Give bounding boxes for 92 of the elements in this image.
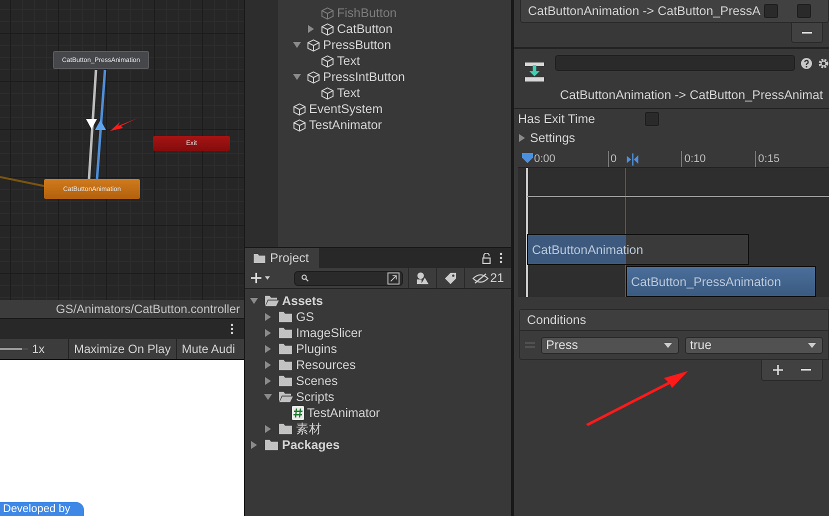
name-field[interactable] [555,55,795,71]
tag-icon [444,272,458,284]
transition-line [0,176,44,187]
playhead-marker-icon[interactable] [522,153,533,164]
more-options-icon[interactable] [499,252,503,264]
collapsed-arrow-icon[interactable] [250,441,258,449]
time-tick: 0:10 [681,151,756,167]
project-item[interactable]: Plugins [296,342,337,356]
lock-icon[interactable] [482,252,491,264]
expanded-arrow-icon[interactable] [293,41,301,49]
collapsed-arrow-icon[interactable] [307,25,315,33]
controller-path: GS/Animators/CatButton.controller [56,302,240,316]
cube-icon [321,6,334,20]
collapsed-arrow-icon[interactable] [518,134,526,142]
caret-icon [664,342,672,348]
scale-value: 1x [32,342,45,356]
search-icon [300,274,309,282]
hierarchy-item[interactable]: PressIntButton [323,70,405,84]
open-folder-icon [264,295,279,307]
open-folder-icon [278,391,293,403]
collapsed-arrow-icon[interactable] [264,361,272,369]
collapsed-arrow-icon[interactable] [264,329,272,337]
solo-checkbox[interactable] [764,4,778,18]
folder-icon [253,252,266,264]
project-item[interactable]: ImageSlicer [296,326,362,340]
folder-icon [278,311,293,323]
hierarchy-item[interactable]: Text [337,54,360,68]
eye-slash-icon [472,272,490,284]
project-tab[interactable]: Project [245,248,319,268]
destination-clip-bar[interactable]: CatButton_PressAnimation [626,266,816,297]
project-item[interactable]: Packages [282,438,340,452]
minus-icon [801,369,811,371]
collapsed-arrow-icon[interactable] [264,377,272,385]
selected-transition-arrow[interactable] [95,70,106,180]
collapsed-arrow-icon[interactable] [264,345,272,353]
help-icon[interactable] [801,58,812,68]
expanded-arrow-icon[interactable] [264,393,272,401]
remove-button[interactable] [791,23,823,43]
folder-icon [278,359,293,371]
has-exit-time-label: Has Exit Time [518,112,596,126]
plus-icon [773,365,783,375]
open-window-icon[interactable] [387,272,400,284]
script-file-icon [292,406,304,420]
more-options-icon[interactable] [230,323,234,335]
mute-checkbox[interactable] [797,4,812,18]
folder-icon [278,327,293,339]
has-exit-time-checkbox[interactable] [645,112,660,126]
project-item[interactable]: Assets [282,294,323,308]
hierarchy-item[interactable]: PressButton [323,38,392,52]
collapsed-arrow-icon[interactable] [264,313,272,321]
parameter-dropdown[interactable]: Press [541,336,679,354]
folder-icon [278,423,293,435]
expanded-arrow-icon[interactable] [250,297,258,305]
search-field[interactable] [294,270,404,286]
time-tick: 0:00 [534,152,556,167]
project-item[interactable]: 素材 [296,420,322,438]
hierarchy-item[interactable]: CatButton [337,22,393,36]
transition-title: CatButtonAnimation -> CatButton_PressAnimat [560,88,824,102]
banner-label: Developed by [0,502,84,516]
cube-icon [321,54,334,68]
project-item[interactable]: Scenes [296,374,338,388]
shapes-icon [416,272,430,284]
hierarchy-item[interactable]: TestAnimator [309,118,382,132]
cube-icon [293,102,306,116]
caret-icon [808,342,816,348]
collapsed-arrow-icon[interactable] [264,425,272,433]
transition-marker-icon[interactable] [626,153,640,166]
annotation-arrow [110,118,138,131]
cube-icon [307,70,320,84]
expanded-arrow-icon[interactable] [293,73,301,81]
cube-icon [307,38,320,52]
drag-handle-icon[interactable] [525,342,535,348]
hierarchy-item[interactable]: EventSystem [309,102,383,116]
project-item[interactable]: Scripts [296,390,334,404]
cube-icon [321,22,334,36]
project-item[interactable]: Resources [296,358,356,372]
folder-icon [278,375,293,387]
project-item[interactable]: TestAnimator [307,406,380,420]
settings-icon[interactable] [818,58,829,68]
folder-icon [264,439,279,451]
value-dropdown[interactable]: true [685,336,823,354]
minus-icon [802,32,812,34]
cube-icon [293,118,306,132]
transition-icon [525,61,544,83]
folder-icon [278,343,293,355]
cube-icon [321,86,334,100]
create-dropdown-icon[interactable] [251,271,272,285]
settings-foldout[interactable]: Settings [530,130,576,144]
project-item[interactable]: GS [296,310,314,324]
conditions-header: Conditions [520,310,828,331]
hierarchy-item[interactable]: Text [337,86,360,100]
time-tick: 0:15 [755,151,829,167]
